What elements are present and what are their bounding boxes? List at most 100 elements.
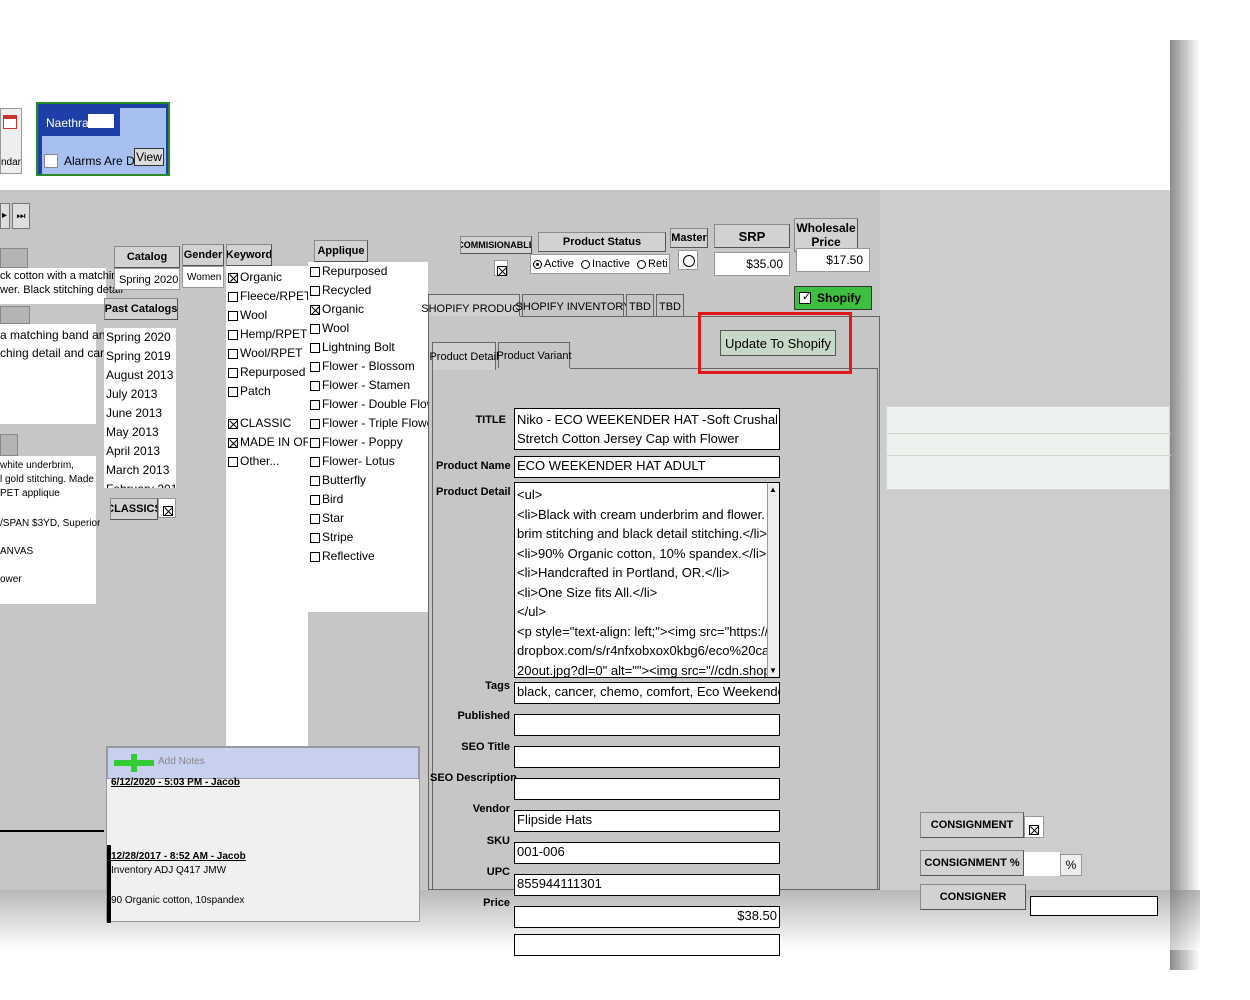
past-catalog-item[interactable]: July 2013: [104, 385, 176, 404]
checkbox-row[interactable]: Patch: [228, 382, 311, 401]
note-header[interactable]: 12/28/2017 - 8:52 AM - Jacob: [111, 851, 246, 862]
sku-field[interactable]: 001-006: [514, 842, 780, 864]
gender-value[interactable]: Women: [182, 266, 224, 288]
view-button[interactable]: View: [134, 148, 164, 166]
past-catalog-item[interactable]: August 2013: [104, 366, 176, 385]
past-catalog-item[interactable]: Spring 2020: [104, 328, 176, 347]
consignment-checkbox[interactable]: [1024, 816, 1044, 838]
calendar-launcher[interactable]: ndar: [0, 108, 22, 174]
checkbox-icon[interactable]: [310, 475, 320, 486]
checkbox-row[interactable]: Stripe: [310, 528, 446, 547]
past-catalog-item[interactable]: June 2013: [104, 404, 176, 423]
checkbox-icon[interactable]: [310, 551, 320, 562]
classics-checkbox[interactable]: [158, 498, 176, 518]
checkbox-row[interactable]: Repurposed: [228, 363, 311, 382]
checkbox-icon[interactable]: [310, 437, 320, 448]
title-field[interactable]: Niko - ECO WEEKENDER HAT -Soft Crushable…: [514, 408, 780, 450]
published-field[interactable]: [514, 714, 780, 736]
price-field[interactable]: $38.50: [514, 906, 780, 928]
checkbox-icon[interactable]: [310, 494, 320, 505]
shopify-toggle[interactable]: ✓ Shopify: [794, 286, 872, 310]
checkbox-icon[interactable]: [310, 304, 320, 315]
checkbox-row[interactable]: Wool: [228, 306, 311, 325]
checkbox-row[interactable]: Flower - Poppy: [310, 433, 446, 452]
checkbox-row[interactable]: Flower- Lotus: [310, 452, 446, 471]
checkbox-icon[interactable]: [228, 367, 238, 378]
checkbox-icon[interactable]: [310, 456, 320, 467]
tab-product-variant[interactable]: Product Variant: [497, 342, 572, 368]
past-catalog-item[interactable]: February 2013: [104, 480, 176, 488]
checkbox-row[interactable]: Flower - Stamen: [310, 376, 446, 395]
scroll-down-icon[interactable]: ▼: [769, 666, 777, 675]
status-radio-inactive[interactable]: Inactive: [581, 258, 630, 270]
checkbox-row[interactable]: Hemp/RPET: [228, 325, 311, 344]
checkbox-row[interactable]: Flower - Triple Flower: [310, 414, 446, 433]
checkbox-icon[interactable]: [310, 285, 320, 296]
consigner-field[interactable]: [1030, 896, 1158, 916]
checkbox-row[interactable]: Repurposed: [310, 262, 446, 281]
tab-shopify-inventory[interactable]: SHOPIFY INVENTORY: [516, 294, 630, 318]
checkbox-icon[interactable]: [228, 310, 238, 321]
checkbox-icon[interactable]: [228, 456, 238, 467]
checkbox-icon[interactable]: [228, 437, 238, 448]
checkbox-row[interactable]: Flower - Double Flower: [310, 395, 446, 414]
consignment-percent-field[interactable]: [1024, 852, 1060, 876]
checkbox-icon[interactable]: [310, 399, 320, 410]
checkbox-icon[interactable]: [310, 380, 320, 391]
checkbox-icon[interactable]: [310, 513, 320, 524]
tab-product-detail[interactable]: Product Detail: [429, 342, 499, 370]
checkbox-icon[interactable]: [310, 323, 320, 334]
checkbox-row[interactable]: Lightning Bolt: [310, 338, 446, 357]
master-radio[interactable]: [678, 250, 698, 270]
checkbox-icon[interactable]: [310, 418, 320, 429]
nav-next-button[interactable]: ▸: [0, 203, 10, 229]
seo-description-field[interactable]: [514, 778, 780, 800]
catalog-value[interactable]: Spring 2020: [114, 268, 180, 290]
user-field[interactable]: [88, 114, 114, 128]
checkbox-row[interactable]: Wool: [310, 319, 446, 338]
checkbox-row[interactable]: Reflective: [310, 547, 446, 566]
checkbox-row[interactable]: Recycled: [310, 281, 446, 300]
checkbox-icon[interactable]: [310, 342, 320, 353]
checkbox-row[interactable]: Wool/RPET: [228, 344, 311, 363]
checkbox-icon[interactable]: [228, 291, 238, 302]
checkbox-icon[interactable]: [310, 266, 320, 277]
checkbox-icon[interactable]: [228, 348, 238, 359]
status-radio-active[interactable]: Active: [533, 258, 574, 270]
checkbox-icon[interactable]: [310, 532, 320, 543]
checkbox-row[interactable]: Organic: [228, 268, 311, 287]
seo-title-field[interactable]: [514, 746, 780, 768]
checkbox-icon[interactable]: [310, 361, 320, 372]
checkbox-row[interactable]: Butterfly: [310, 471, 446, 490]
checkbox-row[interactable]: Star: [310, 509, 446, 528]
scroll-up-icon[interactable]: ▲: [769, 485, 777, 494]
checkbox-icon[interactable]: [228, 418, 238, 429]
detail-scrollbar[interactable]: ▲ ▼: [767, 483, 779, 677]
nav-last-button[interactable]: ⏭: [12, 203, 30, 229]
checkbox-row[interactable]: Bird: [310, 490, 446, 509]
checkbox-icon[interactable]: [228, 329, 238, 340]
add-note-button[interactable]: [114, 754, 154, 772]
tab-tbd-2[interactable]: TBD: [656, 294, 684, 318]
past-catalog-item[interactable]: April 2013: [104, 442, 176, 461]
past-catalog-item[interactable]: March 2013: [104, 461, 176, 480]
next-field[interactable]: [514, 934, 780, 956]
past-catalog-item[interactable]: Spring 2019: [104, 347, 176, 366]
alarm-checkbox[interactable]: [44, 154, 58, 168]
commisionable-checkbox[interactable]: [494, 260, 508, 276]
note-header[interactable]: 6/12/2020 - 5:03 PM - Jacob: [111, 777, 240, 788]
checkbox-row[interactable]: Fleece/RPET: [228, 287, 311, 306]
checkbox-row[interactable]: Flower - Blossom: [310, 357, 446, 376]
product-detail-textarea[interactable]: <ul> <li>Black with cream underbrim and f…: [514, 482, 780, 678]
tags-field[interactable]: black, cancer, chemo, comfort, Eco Weeke…: [514, 682, 780, 704]
product-name-field[interactable]: ECO WEEKENDER HAT ADULT: [514, 456, 780, 478]
status-radio-retired[interactable]: Reti: [637, 258, 668, 270]
vendor-field[interactable]: Flipside Hats: [514, 810, 780, 832]
past-catalog-item[interactable]: May 2013: [104, 423, 176, 442]
tab-tbd-1[interactable]: TBD: [626, 294, 654, 318]
wholesale-value[interactable]: $17.50: [796, 248, 870, 272]
update-to-shopify-button[interactable]: Update To Shopify: [720, 330, 836, 356]
srp-value[interactable]: $35.00: [714, 252, 790, 276]
upc-field[interactable]: 855944111301: [514, 874, 780, 896]
checkbox-icon[interactable]: [228, 272, 238, 283]
